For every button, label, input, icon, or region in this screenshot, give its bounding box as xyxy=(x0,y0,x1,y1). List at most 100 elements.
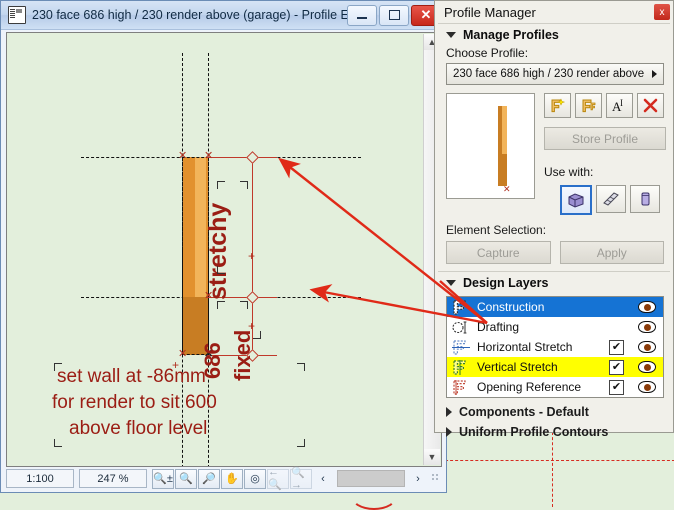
zoom-field[interactable]: 247 % xyxy=(79,469,147,488)
vertical-stretch-layer-icon xyxy=(450,359,472,376)
layer-checkbox-vertical-stretch[interactable]: ✔ xyxy=(609,359,624,375)
profile-preview-row: ✕ A I Store Profile Use with: xyxy=(446,93,666,215)
profile-action-buttons: A I xyxy=(544,93,664,118)
layer-row-construction[interactable]: Construction xyxy=(447,297,663,317)
snap-point-bottom-left: ✕ xyxy=(178,348,188,360)
visibility-eye-icon-vertical-stretch[interactable] xyxy=(638,361,656,373)
pan-hand-icon[interactable]: ✋ xyxy=(221,468,243,489)
zoom-set-icon[interactable]: 🔍± xyxy=(152,468,174,489)
profile-manager-close-button[interactable]: x xyxy=(654,4,670,20)
zoom-out-icon[interactable]: 🔎 xyxy=(198,468,220,489)
profile-document-icon xyxy=(8,6,26,24)
visibility-eye-icon-horizontal-stretch[interactable] xyxy=(638,341,656,353)
opening-reference-layer-icon xyxy=(450,379,472,396)
rename-glyph: A I xyxy=(612,98,623,114)
fit-to-window-icon[interactable]: ◎ xyxy=(244,468,266,489)
editor-status-bar: 1:100 247 % 🔍± 🔍 🔎 ✋ ◎ ←🔍 🔍→ ‹ › xyxy=(6,466,442,491)
column-glyph xyxy=(641,192,650,206)
layer-row-vertical-stretch[interactable]: Vertical Stretch ✔ xyxy=(447,357,663,377)
note-selection-bracket-tr xyxy=(297,363,305,371)
scale-field[interactable]: 1:100 xyxy=(6,469,74,488)
horizontal-scroll-track[interactable] xyxy=(337,470,405,487)
selected-profile-value: 230 face 686 high / 230 render above ... xyxy=(453,68,646,80)
chevron-right-icon xyxy=(652,70,657,78)
section-design-layers[interactable]: Design Layers xyxy=(435,272,673,294)
delete-profile-icon[interactable] xyxy=(637,93,664,118)
layer-checkbox-opening-reference[interactable]: ✔ xyxy=(609,379,624,395)
stretch-line-top xyxy=(207,157,277,158)
background-vertical-guide xyxy=(552,432,553,507)
layer-label-drafting: Drafting xyxy=(477,320,520,334)
layer-label-construction: Construction xyxy=(477,300,545,314)
note-line-2: for render to sit 600 xyxy=(52,392,217,413)
profile-manager-title-bar[interactable]: Profile Manager x xyxy=(435,1,673,23)
minimize-button[interactable] xyxy=(347,4,377,26)
beam-icon[interactable] xyxy=(596,185,626,213)
element-selection-label: Element Selection: xyxy=(446,223,547,237)
zoom-in-icon[interactable]: 🔍 xyxy=(175,468,197,489)
drawing-canvas[interactable]: + + ✕ ✕ ✕ ✕ ✕ stretchy 686 fixed set wal… xyxy=(6,32,442,467)
layer-checkbox-horizontal-stretch[interactable]: ✔ xyxy=(609,339,624,355)
preview-origin-marker: ✕ xyxy=(503,184,511,194)
drafting-layer-icon xyxy=(450,319,472,336)
rename-profile-icon[interactable]: A I xyxy=(606,93,633,118)
profile-actions-column: A I Store Profile Use with: xyxy=(544,93,666,215)
store-profile-button[interactable]: Store Profile xyxy=(544,127,666,150)
new-profile-icon[interactable] xyxy=(544,93,571,118)
svg-text:I: I xyxy=(620,98,623,108)
profile-manager-title: Profile Manager xyxy=(444,4,536,20)
choose-profile-dropdown[interactable]: 230 face 686 high / 230 render above ... xyxy=(446,63,664,85)
visibility-eye-icon-drafting[interactable] xyxy=(638,321,656,333)
profile-editor-window: 230 face 686 high / 230 render above (ga… xyxy=(0,0,447,493)
note-selection-bracket-bl xyxy=(54,439,62,447)
editor-title-bar[interactable]: 230 face 686 high / 230 render above (ga… xyxy=(1,1,446,30)
stretch-node-top[interactable] xyxy=(246,151,259,164)
section-components-default[interactable]: Components - Default xyxy=(435,402,673,422)
window-controls: ✕ xyxy=(347,4,441,26)
scroll-down-arrow-icon[interactable]: ▼ xyxy=(424,449,440,465)
selection-bracket-a xyxy=(217,181,225,189)
section-manage-profiles-label: Manage Profiles xyxy=(463,28,559,42)
note-center-marker: + xyxy=(172,358,180,372)
editor-title: 230 face 686 high / 230 render above (ga… xyxy=(32,8,347,22)
wall-icon[interactable] xyxy=(560,185,592,215)
section-uniform-profile-contours[interactable]: Uniform Profile Contours xyxy=(435,422,673,442)
layer-label-vertical-stretch: Vertical Stretch xyxy=(477,360,558,374)
layer-label-opening-reference: Opening Reference xyxy=(477,380,582,394)
minimize-icon xyxy=(357,17,367,19)
use-with-button-group xyxy=(560,185,664,215)
resize-grip[interactable] xyxy=(431,473,442,484)
chevron-right-icon-components xyxy=(446,407,452,417)
scroll-left-button[interactable]: ‹ xyxy=(313,470,333,488)
section-components-default-label: Components - Default xyxy=(459,405,589,419)
layer-checkbox-drafting xyxy=(611,321,624,334)
profile-preview-thumbnail: ✕ xyxy=(446,93,535,199)
label-stretchy: stretchy xyxy=(204,202,232,300)
snap-point-top-left: ✕ xyxy=(178,150,188,162)
profile-manager-panel: Profile Manager x Manage Profiles Choose… xyxy=(434,0,674,439)
stretch-node-mid[interactable] xyxy=(246,291,259,304)
chevron-right-icon-contours xyxy=(446,427,452,437)
preview-profile-stripe xyxy=(502,106,507,154)
layer-row-horizontal-stretch[interactable]: Horizontal Stretch ✔ xyxy=(447,337,663,357)
scroll-right-button[interactable]: › xyxy=(408,470,428,488)
layer-row-drafting[interactable]: Drafting xyxy=(447,317,663,337)
chevron-down-icon-2 xyxy=(446,280,456,286)
zoom-previous-icon[interactable]: ←🔍 xyxy=(267,466,289,491)
maximize-button[interactable] xyxy=(379,4,409,26)
section-manage-profiles[interactable]: Manage Profiles xyxy=(435,24,673,46)
background-horizontal-guide xyxy=(440,460,674,461)
construction-layer-icon xyxy=(450,299,472,316)
note-selection-bracket-tl xyxy=(54,363,62,371)
apply-button[interactable]: Apply xyxy=(559,241,664,264)
layer-row-opening-reference[interactable]: Opening Reference ✔ xyxy=(447,377,663,397)
capture-button[interactable]: Capture xyxy=(446,241,551,264)
visibility-eye-icon-construction[interactable] xyxy=(638,301,656,313)
zoom-next-icon[interactable]: 🔍→ xyxy=(290,467,312,491)
drawing-content: + + ✕ ✕ ✕ ✕ ✕ stretchy 686 fixed set wal… xyxy=(7,33,441,466)
duplicate-profile-icon[interactable] xyxy=(575,93,602,118)
layer-checkbox-construction xyxy=(611,301,624,314)
visibility-eye-icon-opening-reference[interactable] xyxy=(638,381,656,393)
snap-point-top-right: ✕ xyxy=(204,150,214,162)
column-icon[interactable] xyxy=(630,185,660,213)
